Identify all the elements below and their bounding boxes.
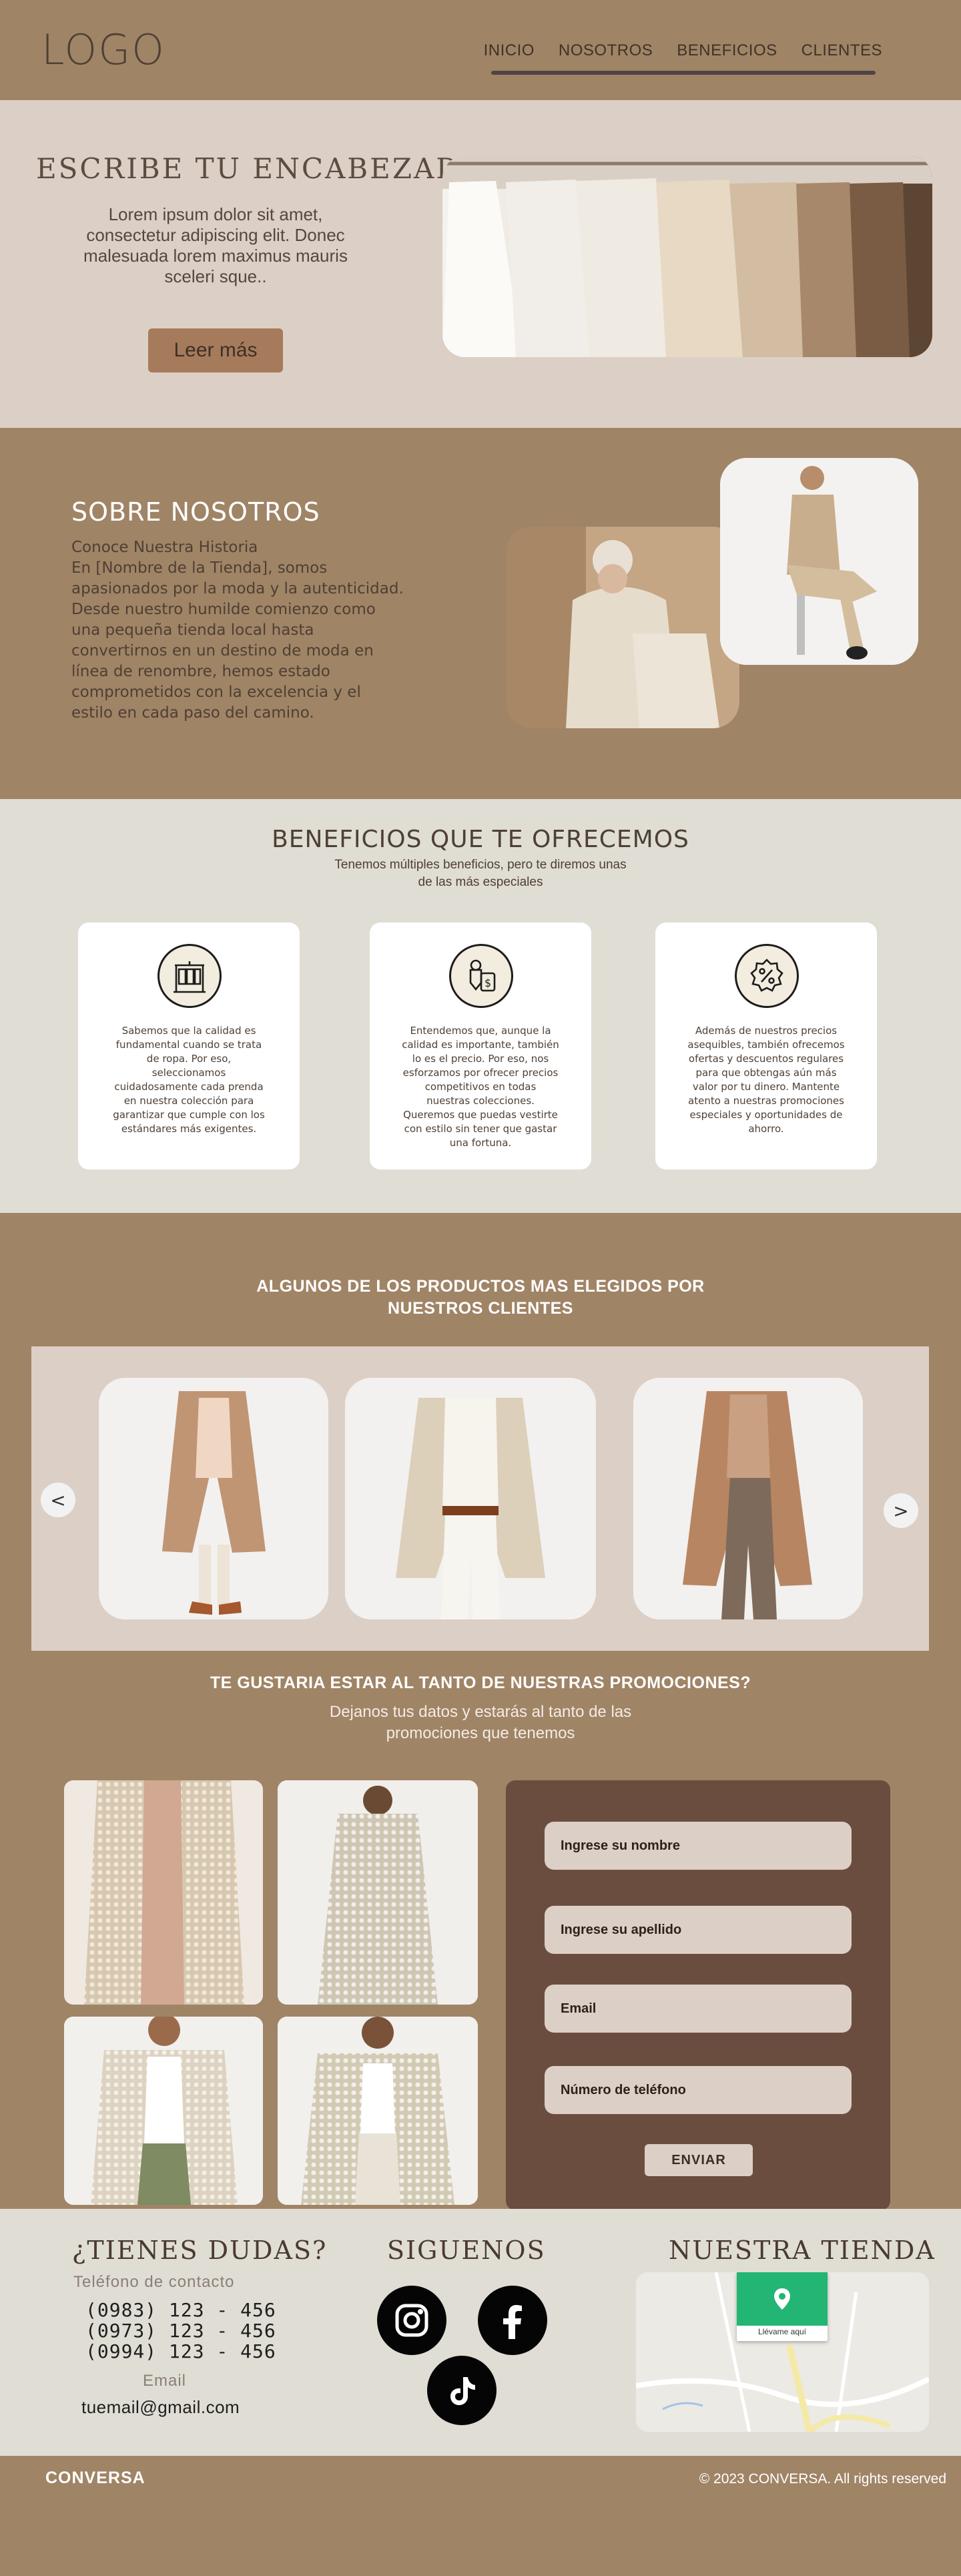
- footer-copyright: © 2023 CONVERSA. All rights reserved: [699, 2471, 946, 2487]
- store-map[interactable]: Llévame aquí: [636, 2272, 929, 2432]
- send-button[interactable]: ENVIAR: [645, 2144, 753, 2176]
- phone-input[interactable]: [545, 2066, 852, 2114]
- about-woman-image: [506, 527, 739, 728]
- promo-subtitle: Dejanos tus datos y estarás al tanto de …: [329, 1703, 632, 1742]
- footer-brand: CONVERSA: [45, 2469, 145, 2487]
- product-image-3[interactable]: [633, 1378, 863, 1619]
- benefit-card-discount: Además de nuestros precios asequibles, t…: [655, 923, 877, 1170]
- nav-underline: [491, 71, 876, 75]
- products-carousel: < >: [31, 1346, 929, 1651]
- about-man-image: [720, 458, 918, 665]
- map-directions-card[interactable]: Llévame aquí: [737, 2272, 828, 2341]
- first-name-input[interactable]: [545, 1822, 852, 1870]
- instagram-icon[interactable]: [377, 2286, 446, 2355]
- promo-image-1: [64, 1780, 263, 2005]
- nav-beneficios[interactable]: BENEFICIOS: [677, 41, 777, 60]
- store-title: NUESTRA TIENDA: [669, 2236, 936, 2265]
- about-title: SOBRE NOSOTROS: [71, 497, 320, 527]
- nav-clientes[interactable]: CLIENTES: [802, 41, 882, 60]
- benefit-card-price: $ Entendemos que, aunque la calidad es i…: [370, 923, 591, 1170]
- facebook-icon[interactable]: [478, 2286, 547, 2355]
- hero-text: Lorem ipsum dolor sit amet, consectetur …: [83, 204, 348, 286]
- read-more-button[interactable]: Leer más: [148, 328, 283, 372]
- clothes-rack-icon: [157, 944, 222, 1008]
- contact-section: ¿TIENES DUDAS? Teléfono de contacto (098…: [0, 2209, 961, 2456]
- promo-title: TE GUSTARIA ESTAR AL TANTO DE NUESTRAS P…: [210, 1673, 751, 1692]
- phone-2[interactable]: (0973) 123 - 456: [85, 2320, 276, 2342]
- tiktok-icon[interactable]: [427, 2356, 497, 2425]
- benefit-text-discount: Además de nuestros precios asequibles, t…: [687, 1025, 845, 1135]
- benefits-title: BENEFICIOS QUE TE OFRECEMOS: [272, 826, 689, 853]
- about-section: SOBRE NOSOTROS Conoce Nuestra Historia E…: [0, 428, 961, 799]
- carousel-prev-button[interactable]: <: [41, 1483, 75, 1517]
- hero-title: Escribe tu encabezado: [36, 152, 486, 185]
- logo[interactable]: LOGO: [41, 25, 166, 74]
- svg-text:$: $: [485, 977, 491, 989]
- price-tag-icon: $: [449, 944, 513, 1008]
- benefit-text-price: Entendemos que, aunque la calidad es imp…: [402, 1025, 559, 1149]
- follow-title: SIGUENOS: [387, 2236, 546, 2265]
- phone-label: Teléfono de contacto: [73, 2273, 235, 2291]
- product-image-2[interactable]: [345, 1378, 596, 1619]
- contact-email[interactable]: tuemail@gmail.com: [81, 2397, 240, 2418]
- benefits-section: BENEFICIOS QUE TE OFRECEMOS Tenemos múlt…: [0, 799, 961, 1213]
- products-title: ALGUNOS DE LOS PRODUCTOS MAS ELEGIDOS PO…: [256, 1277, 705, 1318]
- products-section: ALGUNOS DE LOS PRODUCTOS MAS ELEGIDOS PO…: [0, 1213, 961, 1673]
- about-text: Conoce Nuestra Historia En [Nombre de la…: [71, 539, 404, 722]
- map-pin-icon: [737, 2272, 828, 2326]
- main-nav: INICIO NOSOTROS BENEFICIOS CLIENTES: [484, 41, 882, 60]
- promo-image-2: [278, 1780, 478, 2005]
- nav-inicio[interactable]: INICIO: [484, 41, 535, 60]
- email-input[interactable]: [545, 1985, 852, 2033]
- carousel-next-button[interactable]: >: [884, 1493, 918, 1528]
- newsletter-form: ENVIAR: [506, 1780, 890, 2209]
- product-image-1[interactable]: [99, 1378, 328, 1619]
- promo-image-4: [278, 2017, 478, 2205]
- promo-image-3: [64, 2017, 263, 2205]
- map-button-label: Llévame aquí: [757, 2327, 807, 2336]
- benefits-subtitle: Tenemos múltiples beneficios, pero te di…: [334, 858, 627, 889]
- doubts-title: ¿TIENES DUDAS?: [72, 2236, 328, 2265]
- email-label: Email: [143, 2372, 187, 2390]
- benefit-card-quality: Sabemos que la calidad es fundamental cu…: [78, 923, 300, 1170]
- site-header: LOGO INICIO NOSOTROS BENEFICIOS CLIENTES: [0, 0, 961, 100]
- site-footer: CONVERSA © 2023 CONVERSA. All rights res…: [0, 2456, 961, 2503]
- discount-badge-icon: [735, 944, 799, 1008]
- nav-nosotros[interactable]: NOSOTROS: [559, 41, 653, 60]
- phone-1[interactable]: (0983) 123 - 456: [85, 2299, 276, 2321]
- promotions-section: TE GUSTARIA ESTAR AL TANTO DE NUESTRAS P…: [0, 1673, 961, 2209]
- hero-clothes-image: [442, 156, 932, 357]
- hero-section: Escribe tu encabezado Lorem ipsum dolor …: [0, 100, 961, 428]
- phone-3[interactable]: (0994) 123 - 456: [85, 2340, 276, 2362]
- last-name-input[interactable]: [545, 1906, 852, 1954]
- benefit-text-quality: Sabemos que la calidad es fundamental cu…: [113, 1025, 265, 1135]
